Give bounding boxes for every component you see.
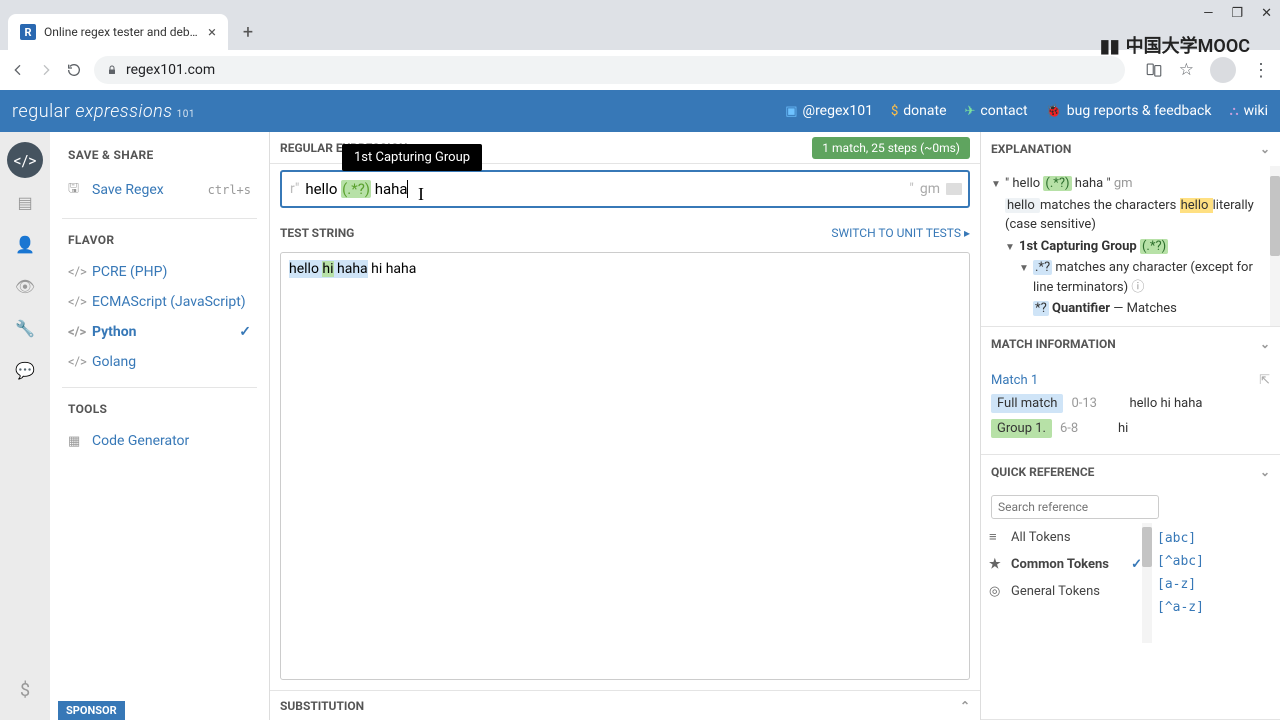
explanation-header: EXPLANATION (991, 142, 1071, 156)
qr-token[interactable]: [^abc] (1157, 550, 1274, 573)
tab-bar: R Online regex tester and debu… × + (0, 0, 1280, 50)
qr-token[interactable]: [^a-z] (1157, 596, 1274, 619)
match-1-link[interactable]: Match 1 (991, 373, 1038, 388)
twitter-link[interactable]: ▣@regex101 (785, 103, 873, 119)
explanation-body[interactable]: ▼" hello (.*?) haha " gm hello matches t… (981, 166, 1280, 326)
test-string-header: TEST STRING (280, 226, 354, 240)
window-controls: — ❐ ✕ (1203, 6, 1272, 21)
menu-icon[interactable]: ⋮ (1252, 60, 1270, 81)
address-bar: regex101.com ☆ ⋮ (0, 50, 1280, 90)
browser-tab[interactable]: R Online regex tester and debu… × (8, 14, 228, 50)
test-string-input[interactable]: hello hi haha hi haha (280, 252, 970, 680)
flavor-python[interactable]: </>Python✓ (58, 317, 261, 347)
profile-avatar[interactable] (1210, 57, 1236, 83)
contact-link[interactable]: ✈contact (965, 103, 1028, 119)
browser-chrome: — ❐ ✕ ▮▮中国大学MOOC R Online regex tester a… (0, 0, 1280, 90)
code-generator-link[interactable]: ▦Code Generator (58, 426, 261, 456)
chevron-down-icon[interactable]: ⌄ (1260, 142, 1270, 156)
group-1-badge: Group 1. (991, 419, 1052, 438)
tools-header: TOOLS (58, 398, 261, 426)
flavor-ecma[interactable]: </>ECMAScript (JavaScript) (58, 287, 261, 317)
save-shortcut: ctrl+s (208, 183, 251, 197)
bookmark-icon[interactable]: ☆ (1179, 60, 1194, 80)
regex-input[interactable]: 1st Capturing Group r" hello (.*?) haha … (280, 170, 970, 208)
qr-token[interactable]: [abc] (1157, 527, 1274, 550)
rail-regex-icon[interactable]: </> (7, 142, 43, 178)
rail-sponsor-icon[interactable]: $ (7, 672, 43, 708)
back-icon[interactable] (10, 62, 26, 78)
regex-capture-group: (.*?) (341, 180, 371, 198)
forward-icon[interactable] (38, 62, 54, 78)
regex-flags[interactable]: gm (920, 181, 940, 197)
qr-all-tokens[interactable]: ≡All Tokens (981, 523, 1150, 551)
flavor-pcre[interactable]: </>PCRE (PHP) (58, 257, 261, 287)
substitution-header: SUBSTITUTION (280, 699, 364, 713)
match-badge: 1 match, 25 steps (~0ms) (812, 137, 970, 159)
check-icon: ✓ (239, 324, 251, 340)
lock-icon (106, 64, 118, 76)
tab-title: Online regex tester and debu… (44, 25, 200, 39)
save-share-header: SAVE & SHARE (58, 144, 261, 172)
tab-close-icon[interactable]: × (208, 23, 216, 41)
chevron-down-icon[interactable]: ⌄ (1260, 465, 1270, 479)
favicon: R (20, 24, 36, 40)
url-text: regex101.com (126, 62, 215, 78)
logo[interactable]: regular expressions101 (12, 101, 195, 122)
icon-rail: </> ▤ 👤 👁 🔧 💬 $ (0, 132, 50, 720)
text-caret (407, 180, 408, 198)
regex-header: REGULAR EXPRESSION (280, 141, 407, 155)
new-tab-button[interactable]: + (234, 18, 262, 46)
rail-live-icon[interactable]: 👁 (7, 268, 43, 304)
qr-common-tokens[interactable]: ★Common Tokens✓ (981, 551, 1150, 578)
save-icon: 🖫 (68, 179, 82, 201)
maximize-button[interactable]: ❐ (1231, 6, 1243, 21)
flavor-header: FLAVOR (58, 229, 261, 257)
match-info-header: MATCH INFORMATION (991, 337, 1116, 351)
reload-icon[interactable] (66, 62, 82, 78)
rail-account-icon[interactable]: 👤 (7, 226, 43, 262)
right-panel: EXPLANATION ⌄ ▼" hello (.*?) haha " gm he… (980, 132, 1280, 720)
rail-library-icon[interactable]: ▤ (7, 184, 43, 220)
flavor-golang[interactable]: </>Golang (58, 347, 261, 377)
bugs-link[interactable]: 🐞bug reports & feedback (1046, 103, 1212, 119)
full-match-badge: Full match (991, 394, 1063, 413)
regex-prefix: r" (290, 181, 299, 197)
donate-link[interactable]: $donate (891, 103, 947, 119)
qr-general-tokens[interactable]: ◎General Tokens (981, 578, 1150, 605)
save-regex-button[interactable]: 🖫 Save Regex ctrl+s (58, 172, 261, 208)
minimize-button[interactable]: — (1203, 6, 1213, 21)
quick-reference-header: QUICK REFERENCE (991, 465, 1094, 479)
wiki-link[interactable]: ⛬wiki (1229, 103, 1268, 119)
center-panel: REGULAR EXPRESSION 1 match, 25 steps (~0… (270, 132, 980, 720)
popout-icon[interactable]: ⇱ (1259, 373, 1270, 388)
chevron-down-icon[interactable]: ⌄ (1260, 337, 1270, 351)
quick-ref-search-input[interactable] (991, 495, 1159, 519)
sponsor-badge[interactable]: SPONSOR (58, 701, 125, 720)
rail-settings-icon[interactable]: 🔧 (7, 310, 43, 346)
app-header: regular expressions101 ▣@regex101 $donat… (0, 90, 1280, 132)
url-input[interactable]: regex101.com (94, 56, 1125, 84)
chevron-up-icon[interactable]: ⌃ (960, 699, 970, 713)
left-panel: SAVE & SHARE 🖫 Save Regex ctrl+s FLAVOR … (50, 132, 270, 720)
qr-token[interactable]: [a-z] (1157, 573, 1274, 596)
translate-icon[interactable] (1145, 61, 1163, 79)
close-window-button[interactable]: ✕ (1261, 6, 1272, 21)
flag-icon[interactable] (946, 183, 962, 195)
rail-chat-icon[interactable]: 💬 (7, 352, 43, 388)
switch-unit-tests-link[interactable]: SWITCH TO UNIT TESTS ▸ (831, 226, 970, 240)
